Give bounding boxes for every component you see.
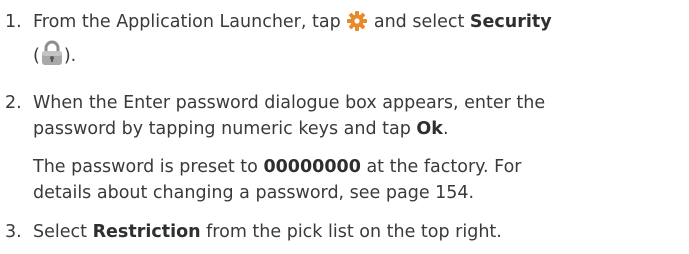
note-text: The password is preset to 00000000 at th… <box>33 154 521 206</box>
step-text: From the Application Launcher, tap and s… <box>33 9 552 74</box>
paren-close: ). <box>63 46 77 66</box>
note-text-part: at the factory. For <box>366 157 522 177</box>
step-line: Select Restriction from the pick list on… <box>33 219 502 245</box>
step-number: 2. <box>5 93 22 113</box>
step-text: When the Enter password dialogue box app… <box>33 90 545 142</box>
step-text-part: From the Application Launcher, tap <box>33 12 341 32</box>
note-line: details about changing a password, see p… <box>33 183 475 203</box>
note-line: The password is preset to 00000000 at th… <box>33 154 521 180</box>
security-label: Security <box>469 12 552 32</box>
step-line: password by tapping numeric keys and tap… <box>33 116 545 142</box>
step-line: When the Enter password dialogue box app… <box>33 93 546 113</box>
step-number: 3. <box>5 222 22 242</box>
step-text-part: password by tapping numeric keys and tap <box>33 119 411 139</box>
step-text-part: from the pick list on the top right. <box>206 222 502 242</box>
step-text: Select Restriction from the pick list on… <box>33 219 502 245</box>
paren-open: ( <box>33 46 40 66</box>
restriction-label: Restriction <box>92 222 201 242</box>
step-text-part: Select <box>33 222 87 242</box>
step-text-part: . <box>442 119 449 139</box>
step-number: 1. <box>5 12 22 32</box>
step-line: From the Application Launcher, tap and s… <box>33 9 552 40</box>
padlock-icon <box>40 40 64 74</box>
note-text-part: The password is preset to <box>33 157 258 177</box>
ok-label: Ok <box>416 119 443 139</box>
step-line: (). <box>33 40 552 74</box>
step-text-part: and select <box>373 12 465 32</box>
default-password: 00000000 <box>263 157 361 177</box>
gear-icon <box>346 10 368 40</box>
